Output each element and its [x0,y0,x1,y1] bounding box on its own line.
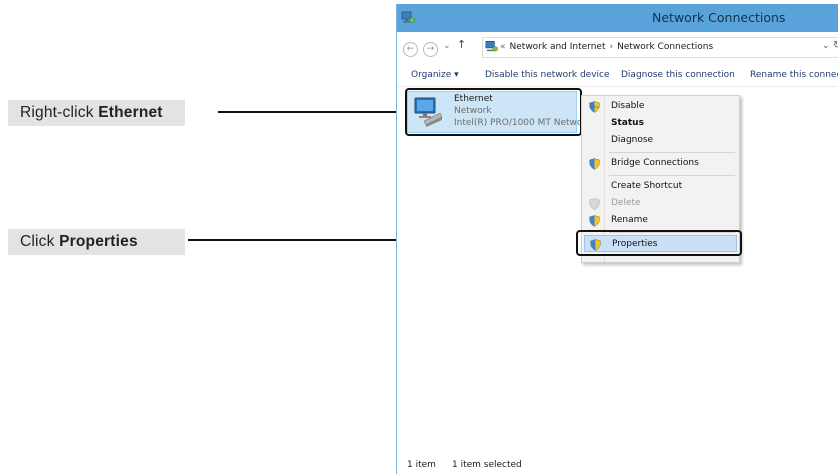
network-icon [401,11,415,23]
uac-shield-icon-disabled [589,198,600,210]
menu-item-disable[interactable]: Disable [582,98,739,115]
refresh-icon[interactable]: ↻ [833,40,838,51]
menu-label-diagnose: Diagnose [611,135,654,145]
menu-item-bridge-connections[interactable]: Bridge Connections [582,155,739,172]
address-row: ← → ⌄ ↑ « Network and Internet › Network Co… [397,32,838,62]
menu-label-status: Status [611,118,644,128]
breadcrumb-overflow[interactable]: « [500,42,506,52]
rename-connection-button[interactable]: Rename this connecti [750,70,838,80]
up-button[interactable]: ↑ [457,38,466,51]
forward-button[interactable]: → [423,42,438,57]
callout-click-properties: Click Properties [8,229,185,255]
menu-label-bridge: Bridge Connections [611,158,699,168]
ethernet-highlight-box [405,88,582,136]
callout-bold-text: Ethernet [98,104,163,121]
address-network-icon [485,41,498,52]
status-item-count: 1 item [407,460,436,470]
breadcrumb-network-connections[interactable]: Network Connections [617,42,713,52]
menu-item-create-shortcut[interactable]: Create Shortcut [582,178,739,195]
menu-label-delete: Delete [611,198,641,208]
back-button[interactable]: ← [403,42,418,57]
uac-shield-icon [589,101,600,113]
breadcrumb-separator: › [609,42,614,52]
properties-highlight-box [576,230,742,256]
leader-line-ethernet [218,111,406,113]
status-bar: 1 item 1 item selected [397,457,838,474]
menu-separator [609,175,735,176]
diagnose-connection-button[interactable]: Diagnose this connection [621,70,735,80]
uac-shield-icon [589,215,600,227]
breadcrumb: « Network and Internet › Network Connection… [500,42,713,52]
status-selected-count: 1 item selected [452,460,522,470]
menu-item-status[interactable]: Status [582,115,739,132]
callout-prefix: Click [20,233,60,250]
address-dropdown-icon[interactable]: ⌄ [822,41,830,51]
disable-device-button[interactable]: Disable this network device [485,70,610,80]
title-bar: Network Connections [397,4,838,32]
callout-right-click-ethernet: Right-click Ethernet [8,100,185,126]
menu-item-delete: Delete [582,195,739,212]
menu-label-shortcut: Create Shortcut [611,181,683,191]
menu-item-rename[interactable]: Rename [582,212,739,229]
menu-label-disable: Disable [611,101,645,111]
menu-separator [609,152,735,153]
network-connections-window: Network Connections ← → ⌄ ↑ « Network and… [396,4,838,474]
command-bar: Organize ▾ Disable this network device D… [397,62,838,87]
uac-shield-icon [589,158,600,170]
callout-prefix: Right-click [20,104,99,121]
callout-bold-text: Properties [59,233,138,250]
breadcrumb-network-and-internet[interactable]: Network and Internet [510,42,606,52]
window-title: Network Connections [652,10,786,25]
recent-locations-chevron-icon[interactable]: ⌄ [443,41,451,51]
menu-label-rename: Rename [611,215,648,225]
connections-list: Ethernet Network Intel(R) PRO/1000 MT Ne… [397,87,838,457]
menu-item-diagnose[interactable]: Diagnose [582,132,739,149]
organize-button[interactable]: Organize ▾ [411,70,459,80]
